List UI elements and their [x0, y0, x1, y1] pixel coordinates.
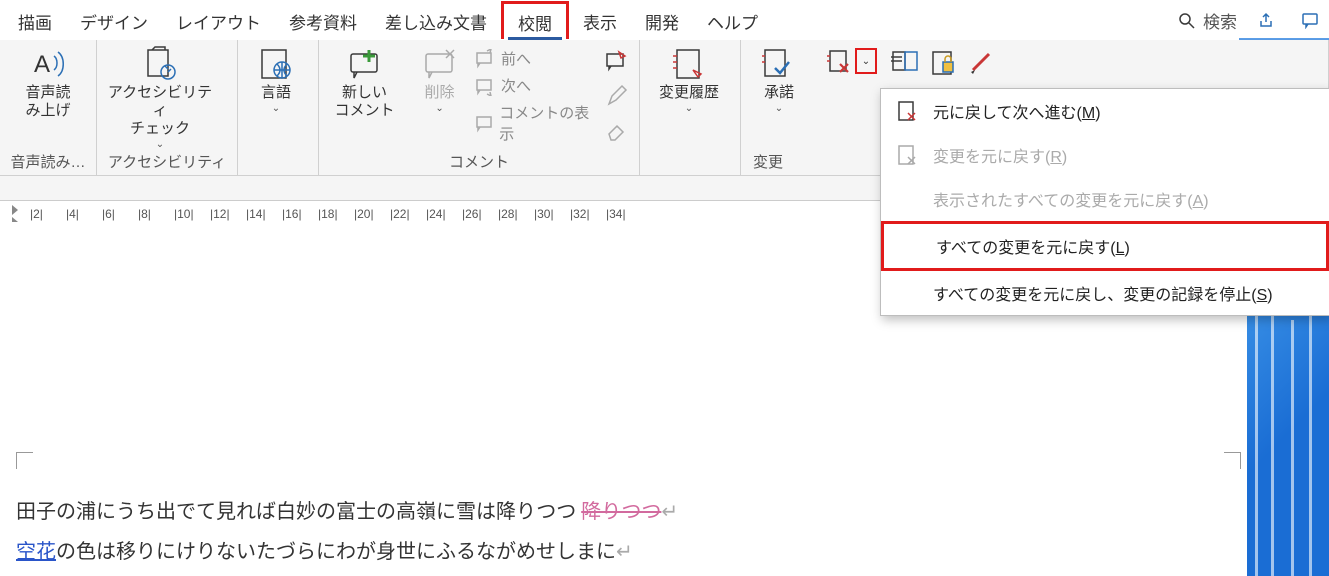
ruler-tick: |32| — [570, 207, 590, 221]
comments-pane-button[interactable] — [1295, 5, 1325, 35]
chevron-down-icon: ⌄ — [775, 104, 783, 114]
tab-layout[interactable]: レイアウト — [162, 3, 275, 38]
ruler-tick: |12| — [210, 207, 230, 221]
ink-comment-icon[interactable] — [605, 50, 629, 74]
reject-split-button[interactable]: ⌄ — [825, 44, 877, 74]
tab-view[interactable]: 表示 — [569, 3, 631, 38]
tab-references[interactable]: 参考資料 — [275, 3, 371, 38]
indent-marker[interactable] — [8, 201, 28, 230]
ruler-tick: |8| — [138, 207, 151, 221]
ruler-tick: |20| — [354, 207, 374, 221]
chevron-down-icon: ⌄ — [156, 140, 164, 150]
prev-comment-button[interactable]: 前へ — [475, 48, 595, 69]
tracked-insert: 降りつつ — [581, 501, 661, 523]
tab-help[interactable]: ヘルプ — [693, 3, 772, 38]
compare-icon[interactable] — [891, 48, 919, 76]
group-label-accessibility: アクセシビリティ — [97, 151, 237, 175]
page-corner — [16, 452, 33, 469]
next-comment-button[interactable]: 次へ — [475, 75, 595, 96]
next-comment-icon — [475, 76, 495, 96]
ruler-tick: |34| — [606, 207, 626, 221]
ruler-tick: |28| — [498, 207, 518, 221]
eraser-icon[interactable] — [605, 118, 629, 142]
accept-button[interactable]: 承諾 ⌄ — [747, 44, 811, 114]
read-aloud-icon: A — [30, 46, 66, 82]
chevron-down-icon: ⌄ — [272, 104, 280, 114]
svg-text:A: A — [34, 51, 50, 78]
ruler-tick: |4| — [66, 207, 79, 221]
page-corner — [1224, 452, 1241, 469]
menu-reject-all[interactable]: すべての変更を元に戻す(L) — [881, 221, 1329, 271]
ruler-tick: |30| — [534, 207, 554, 221]
share-icon — [1257, 11, 1275, 29]
new-comment-icon — [347, 46, 383, 82]
tab-draw[interactable]: 描画 — [4, 3, 66, 38]
show-comments-button[interactable]: コメントの表示 — [475, 102, 595, 144]
ruler-tick: |18| — [318, 207, 338, 221]
read-aloud-button[interactable]: A 音声読 み上げ — [6, 44, 90, 120]
protect-icon[interactable] — [929, 48, 957, 76]
reject-dropdown-caret[interactable]: ⌄ — [855, 48, 877, 74]
track-changes-button[interactable]: 変更履歴 ⌄ — [646, 44, 732, 114]
chevron-down-icon: ⌄ — [435, 104, 443, 114]
search-icon — [1177, 11, 1195, 29]
search-placeholder: 検索 — [1203, 8, 1237, 33]
comment-icon — [1301, 11, 1319, 29]
tab-developer[interactable]: 開発 — [631, 3, 693, 38]
ruler-tick: |22| — [390, 207, 410, 221]
ruler-tick: |14| — [246, 207, 266, 221]
reject-icon — [897, 100, 919, 122]
ruler-tick: |10| — [174, 207, 194, 221]
delete-comment-button[interactable]: 削除 ⌄ — [410, 44, 469, 114]
reject-icon — [897, 144, 919, 166]
tracked-delete: 空花 — [16, 541, 56, 563]
ruler-tick: |24| — [426, 207, 446, 221]
pen-icon[interactable] — [605, 84, 629, 108]
language-button[interactable]: 言語 ⌄ — [244, 44, 308, 114]
delete-comment-icon — [422, 46, 458, 82]
ruler-tick: |2| — [30, 207, 43, 221]
group-label-speech: 音声読み… — [0, 151, 96, 175]
chevron-down-icon: ⌄ — [685, 104, 693, 114]
accessibility-icon — [142, 46, 178, 82]
group-label-comments: コメント — [319, 151, 639, 175]
tab-review[interactable]: 校閲 — [501, 1, 569, 39]
accept-icon — [761, 46, 797, 82]
ruler-tick: |6| — [102, 207, 115, 221]
new-comment-button[interactable]: 新しい コメント — [325, 44, 404, 120]
share-button[interactable] — [1251, 5, 1281, 35]
menu-reject-all-stop[interactable]: すべての変更を元に戻し、変更の記録を停止(S) — [881, 271, 1329, 315]
language-icon — [258, 46, 294, 82]
tab-design[interactable]: デザイン — [66, 3, 162, 38]
menu-reject-shown: 表示されたすべての変更を元に戻す(A) — [881, 177, 1329, 221]
menu-reject-and-next[interactable]: 元に戻して次へ進む(M) — [881, 89, 1329, 133]
ruler-tick: |26| — [462, 207, 482, 221]
prev-comment-icon — [475, 49, 495, 69]
tab-mailings[interactable]: 差し込み文書 — [371, 3, 501, 38]
menu-reject-change: 変更を元に戻す(R) — [881, 133, 1329, 177]
document-text[interactable]: 田子の浦にうち出でて見れば白妙の富士の高嶺に雪は降りつつ 降りつつ↵ 空花の色は… — [16, 492, 678, 572]
search-box[interactable]: 検索 — [1177, 8, 1237, 33]
reject-dropdown-menu: 元に戻して次へ進む(M) 変更を元に戻す(R) 表示されたすべての変更を元に戻す… — [880, 88, 1329, 316]
ribbon-tabs: 描画 デザイン レイアウト 参考資料 差し込み文書 校閲 表示 開発 ヘルプ 検… — [0, 0, 1329, 40]
track-changes-icon — [671, 46, 707, 82]
accessibility-check-button[interactable]: アクセシビリティ チェック ⌄ — [103, 44, 217, 150]
reject-icon — [827, 48, 853, 74]
ruler-tick: |16| — [282, 207, 302, 221]
show-comments-icon — [475, 113, 493, 133]
ink-icon[interactable] — [967, 48, 995, 76]
